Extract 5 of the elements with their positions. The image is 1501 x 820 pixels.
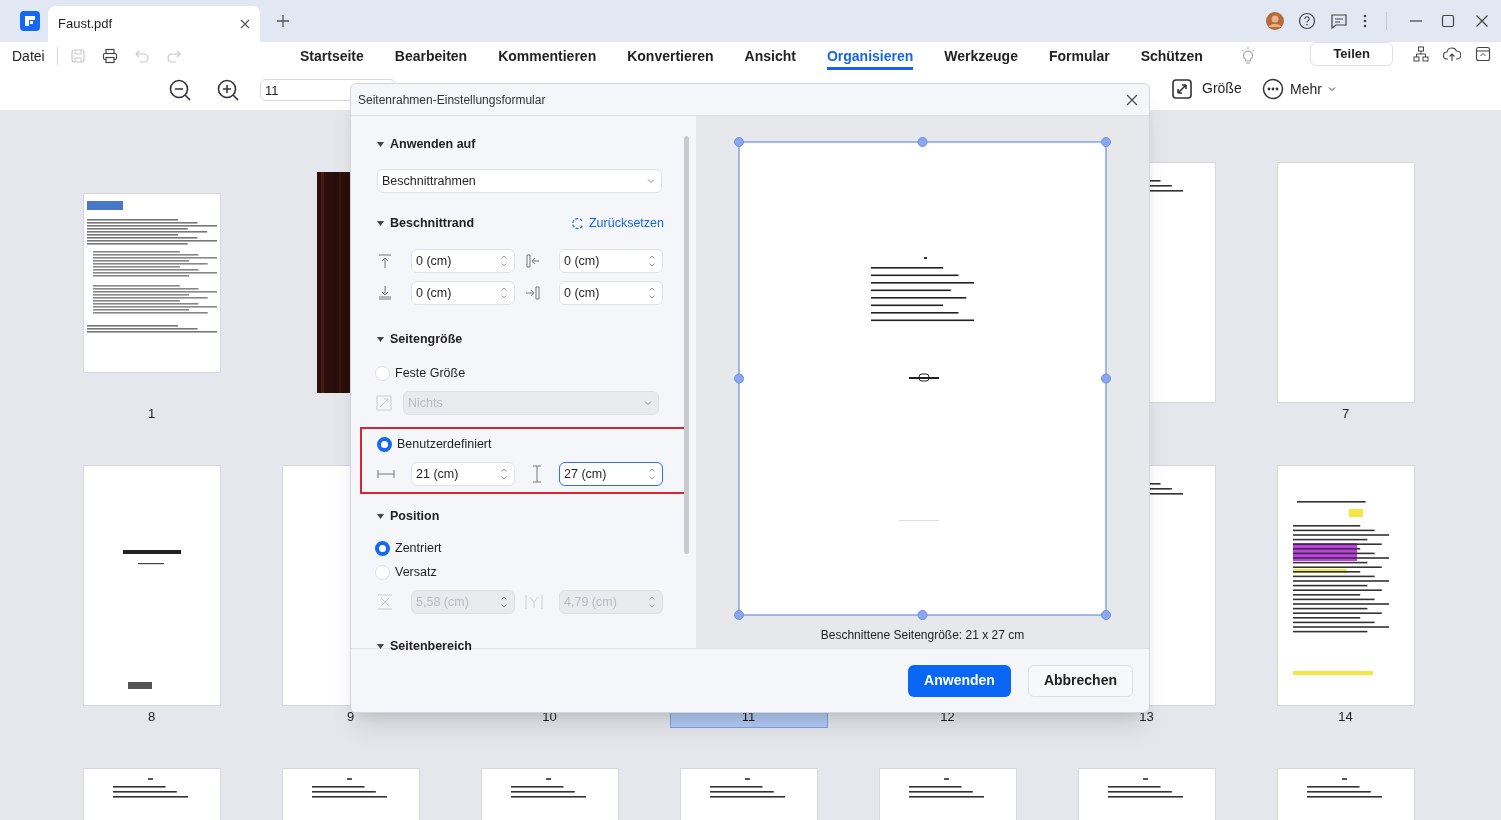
option-label: Feste Größe bbox=[395, 364, 466, 382]
option-label: Zentriert bbox=[395, 539, 442, 557]
option-label: Benutzerdefiniert bbox=[397, 435, 492, 453]
option-label: Versatz bbox=[395, 563, 437, 581]
preview-caption: Beschnittene Seitengröße: 21 x 27 cm bbox=[820, 627, 1025, 644]
